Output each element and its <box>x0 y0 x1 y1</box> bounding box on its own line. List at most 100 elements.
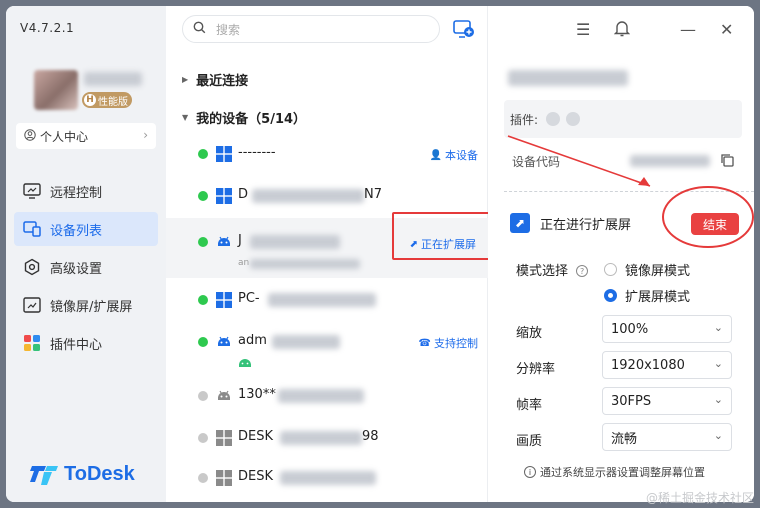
screen-extend-icon: ⬈ <box>510 213 530 233</box>
person-icon: 👤 <box>429 149 442 161</box>
todesk-logo-icon <box>30 466 58 485</box>
chevron-down-icon: ⌄ <box>713 393 723 406</box>
offline-dot <box>198 473 208 483</box>
perf-badge-letter: H <box>84 94 96 106</box>
device-row[interactable]: PC- <box>166 280 488 320</box>
annotation-arrow <box>507 135 651 187</box>
search-placeholder: 搜索 <box>216 22 241 37</box>
hint-text: 通过系统显示器设置调整屏幕位置 <box>540 466 705 479</box>
device-subtitle: an <box>238 258 250 268</box>
device-name: PC- <box>238 291 260 306</box>
search-input[interactable]: 搜索 <box>182 15 440 43</box>
chevron-down-icon: ⌄ <box>713 321 723 334</box>
nav-device-list[interactable]: 设备列表 <box>14 212 158 246</box>
performance-badge: H 性能版 <box>82 92 132 108</box>
help-icon[interactable]: ? <box>576 265 589 277</box>
mode-label: 模式选择 <box>516 264 569 279</box>
resolution-select[interactable]: 1920x1080 ⌄ <box>602 351 732 379</box>
extending-text: 正在进行扩展屏 <box>540 217 632 233</box>
device-name-blurred <box>250 235 340 249</box>
group-my-devices[interactable]: ▼ 我的设备（5/14） <box>182 108 306 127</box>
device-row[interactable]: DESK <box>166 458 488 498</box>
device-row[interactable]: DESK 98 <box>166 418 488 458</box>
screen-extend-icon <box>22 295 42 315</box>
windows-icon <box>216 146 232 162</box>
nav-label: 远程控制 <box>50 185 103 201</box>
todesk-logo: ToDesk <box>30 462 135 486</box>
chevron-right-icon: › <box>143 128 148 142</box>
radio-checked <box>604 289 617 302</box>
offline-dot <box>198 391 208 401</box>
caret-right-icon: ▶ <box>182 75 189 84</box>
device-name-blurred <box>280 471 376 485</box>
mode-radio-extend[interactable]: 扩展屏模式 <box>604 286 690 305</box>
copy-icon[interactable] <box>720 153 734 171</box>
plugin-android-icon <box>238 356 252 372</box>
personal-center-label: 个人中心 <box>40 129 89 144</box>
remote-control-icon <box>22 181 42 201</box>
device-title-blurred <box>508 70 628 86</box>
tag-label: 本设备 <box>445 149 478 162</box>
android-icon <box>216 388 232 404</box>
device-row[interactable]: -------- 👤 本设备 <box>166 134 488 174</box>
app-window: V4.7.2.1 H 性能版 个人中心 › 远程控制 设备列表 高级设置 镜像屏… <box>6 6 754 502</box>
remote-control-icon: ☎ <box>418 337 431 349</box>
nav-remote-control[interactable]: 远程控制 <box>14 174 158 208</box>
chevron-down-icon: ⌄ <box>713 357 723 370</box>
plugin-android-icon <box>546 112 561 126</box>
nav-plugin-center[interactable]: 插件中心 <box>14 326 158 360</box>
online-dot <box>198 237 208 247</box>
quality-select[interactable]: 流畅 ⌄ <box>602 423 732 451</box>
device-name-blurred <box>278 389 364 403</box>
tag-label: 支持控制 <box>434 337 478 350</box>
device-name-blurred <box>268 293 376 307</box>
add-device-icon[interactable] <box>453 18 475 40</box>
fps-select[interactable]: 30FPS ⌄ <box>602 387 732 415</box>
perf-badge-text: 性能版 <box>98 96 128 108</box>
online-dot <box>198 149 208 159</box>
nav-label: 镜像屏/扩展屏 <box>50 299 133 315</box>
device-name: adm <box>238 333 267 348</box>
device-name-blurred <box>280 431 362 445</box>
device-name: D <box>238 187 249 202</box>
annotation-highlight-box <box>392 212 496 260</box>
plugin-icon <box>22 333 42 353</box>
online-dot <box>198 337 208 347</box>
version-label: V4.7.2.1 <box>20 21 75 35</box>
user-icon <box>24 128 36 144</box>
nav-label: 插件中心 <box>50 337 103 353</box>
device-list-pane: 搜索 ▶ 最近连接 ▼ 我的设备（5/14） -------- 👤 本设备 D N… <box>166 6 496 502</box>
mode-label-wrap: 模式选择 ? <box>516 260 589 279</box>
device-row[interactable]: D N7 <box>166 176 488 216</box>
device-name: 130** <box>238 387 276 402</box>
minimize-icon[interactable]: — <box>680 20 696 39</box>
windows-icon <box>216 188 232 204</box>
device-row[interactable]: 130** <box>166 376 488 416</box>
offline-dot <box>198 433 208 443</box>
device-name: DESK <box>238 429 274 444</box>
nav-screen-extend[interactable]: 镜像屏/扩展屏 <box>14 288 158 322</box>
select-value: 流畅 <box>611 431 638 447</box>
select-value: 30FPS <box>611 393 652 409</box>
windows-icon <box>216 430 232 446</box>
device-row[interactable]: adm ☎ 支持控制 <box>166 322 488 374</box>
fps-label: 帧率 <box>516 398 543 413</box>
watermark: @稀土掘金技术社区 <box>645 491 754 505</box>
zoom-select[interactable]: 100% ⌄ <box>602 315 732 343</box>
personal-center-button[interactable]: 个人中心 › <box>16 123 156 149</box>
gear-icon <box>22 257 42 277</box>
radio-label: 扩展屏模式 <box>625 290 691 305</box>
device-name-blurred <box>252 189 364 203</box>
resolution-label: 分辨率 <box>516 362 556 377</box>
mode-radio-mirror[interactable]: 镜像屏模式 <box>604 260 690 279</box>
group-recent[interactable]: ▶ 最近连接 <box>182 70 248 89</box>
nav-advanced-settings[interactable]: 高级设置 <box>14 250 158 284</box>
bell-icon[interactable] <box>613 20 631 41</box>
menu-icon[interactable]: ☰ <box>576 20 590 39</box>
avatar[interactable] <box>34 70 78 110</box>
windows-icon <box>216 292 232 308</box>
search-icon <box>193 21 206 37</box>
caret-down-icon: ▼ <box>182 113 189 122</box>
logo-text: ToDesk <box>64 462 135 485</box>
close-icon[interactable]: ✕ <box>720 20 733 39</box>
